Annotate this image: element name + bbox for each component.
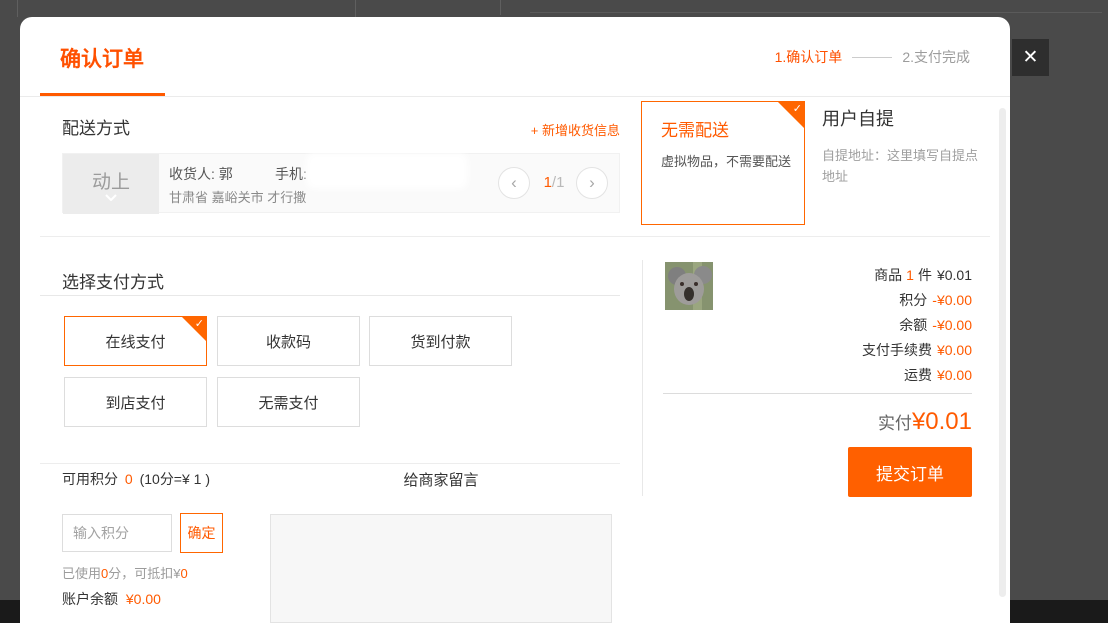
submit-order-button[interactable]: 提交订单 [848, 447, 972, 497]
payment-label: 到店支付 [105, 392, 165, 413]
product-qty: 1 [906, 267, 914, 283]
page-title: 确认订单 [60, 43, 144, 73]
row-value: -¥0.00 [932, 292, 972, 308]
check-icon: ✓ [195, 317, 204, 330]
option-desc: 虚拟物品，不需要配送 [661, 151, 791, 170]
payment-label: 无需支付 [258, 392, 318, 413]
balance-value: ¥0.00 [126, 591, 161, 607]
modal-scrollbar[interactable] [999, 108, 1006, 597]
delivery-option-no-shipping[interactable]: 无需配送 虚拟物品，不需要配送 ✓ [641, 101, 805, 225]
summary-row-points: 积分 -¥0.00 [862, 288, 972, 313]
points-label: 可用积分 [62, 471, 118, 487]
page-total: /1 [552, 174, 565, 191]
close-icon: ✕ [1023, 46, 1039, 69]
payment-label: 在线支付 [105, 331, 165, 352]
points-available: 0 [125, 471, 133, 487]
points-input[interactable] [62, 514, 172, 552]
phone-number-redacted [311, 158, 463, 184]
phone-label: 手机: [275, 164, 307, 184]
section-divider [40, 236, 990, 237]
chevron-down-icon [105, 194, 117, 201]
row-value: -¥0.00 [932, 317, 972, 333]
background-divider [500, 0, 501, 15]
address-card[interactable]: 动上 收货人: 郭 手机: 甘肃省 嘉峪关市 才行撒 ‹ 1/1 › [62, 153, 620, 213]
summary-rows: 商品1件 ¥0.01 积分 -¥0.00 余额 -¥0.00 支付手续费 ¥0.00 运… [862, 263, 972, 388]
address-next-button[interactable]: › [576, 167, 608, 199]
payment-option-none[interactable]: 无需支付 [217, 377, 360, 427]
header-divider [20, 96, 1010, 97]
delivery-method-heading: 配送方式 [62, 114, 130, 139]
merchant-message-textarea[interactable] [270, 514, 612, 623]
total-divider [663, 393, 972, 394]
checkout-steps: 1.确认订单 2.支付完成 [775, 47, 970, 67]
address-line: 甘肃省 嘉峪关市 才行撒 [169, 187, 306, 206]
total-value: ¥0.01 [912, 408, 972, 436]
row-label: 余额 [899, 317, 927, 333]
add-address-link[interactable]: + 新增收货信息 [531, 120, 620, 139]
option-title: 无需配送 [661, 116, 729, 141]
total-label: 实付 [878, 409, 912, 434]
page-current: 1 [544, 174, 552, 191]
check-icon: ✓ [793, 102, 802, 115]
payment-method-heading: 选择支付方式 [62, 268, 164, 293]
chevron-right-icon: › [589, 173, 595, 193]
row-label: 积分 [899, 292, 927, 308]
payment-heading-divider [40, 295, 620, 296]
close-button[interactable]: ✕ [1012, 39, 1049, 76]
summary-row-product: 商品1件 ¥0.01 [862, 263, 972, 288]
delivery-option-pickup[interactable]: 用户自提 自提地址：这里填写自提点地址 [822, 105, 994, 188]
used-prefix: 已使用 [62, 566, 101, 581]
row-label: 运费 [904, 367, 932, 383]
row-value: ¥0.00 [937, 342, 972, 358]
product-unit: 件 [918, 267, 932, 283]
address-tag-label: 动上 [92, 173, 130, 192]
submit-label: 提交订单 [876, 460, 944, 485]
row-label: 商品 [874, 267, 902, 283]
summary-row-shipping: 运费 ¥0.00 [862, 363, 972, 388]
payment-label: 货到付款 [410, 331, 470, 352]
background-divider [530, 12, 1102, 13]
step-payment-done: 2.支付完成 [902, 47, 970, 67]
points-used-note: 已使用0分，可抵扣¥0 [62, 563, 188, 582]
summary-left-divider [642, 260, 643, 496]
confirm-label: 确定 [188, 523, 216, 543]
account-balance-line: 账户余额 ¥0.00 [62, 589, 161, 609]
points-section-divider [40, 463, 620, 464]
points-rate: (10分=¥ 1 ) [140, 471, 210, 487]
background-divider [17, 0, 18, 17]
merchant-message-heading: 给商家留言 [270, 469, 612, 490]
available-points-line: 可用积分 0 (10分=¥ 1 ) [62, 469, 210, 489]
payment-option-online[interactable]: 在线支付 ✓ [64, 316, 207, 366]
payment-option-instore[interactable]: 到店支付 [64, 377, 207, 427]
background-divider [355, 0, 356, 17]
payment-option-qrcode[interactable]: 收款码 [217, 316, 360, 366]
used-deduct: 0 [180, 566, 187, 581]
address-pagination: 1/1 [532, 174, 576, 191]
confirm-points-button[interactable]: 确定 [180, 513, 223, 553]
total-line: 实付 ¥0.01 [878, 408, 972, 436]
row-value: ¥0.01 [937, 267, 972, 283]
summary-row-balance: 余额 -¥0.00 [862, 313, 972, 338]
address-tag[interactable]: 动上 [63, 154, 159, 214]
balance-label: 账户余额 [62, 591, 118, 607]
product-image [665, 262, 713, 310]
summary-row-fee: 支付手续费 ¥0.00 [862, 338, 972, 363]
address-prev-button[interactable]: ‹ [498, 167, 530, 199]
receiver-label: 收货人: 郭 [169, 164, 233, 184]
payment-option-cod[interactable]: 货到付款 [369, 316, 512, 366]
row-label: 支付手续费 [862, 342, 932, 358]
step-confirm-order: 1.确认订单 [775, 47, 843, 67]
chevron-left-icon: ‹ [511, 173, 517, 193]
used-mid: 分，可抵扣¥ [108, 566, 180, 581]
option-desc: 自提地址：这里填写自提点地址 [822, 145, 982, 188]
option-title: 用户自提 [822, 105, 994, 131]
order-confirm-modal: 确认订单 1.确认订单 2.支付完成 配送方式 + 新增收货信息 动上 收货人:… [20, 17, 1010, 623]
payment-label: 收款码 [266, 331, 311, 352]
row-value: ¥0.00 [937, 367, 972, 383]
step-connector [852, 57, 892, 58]
